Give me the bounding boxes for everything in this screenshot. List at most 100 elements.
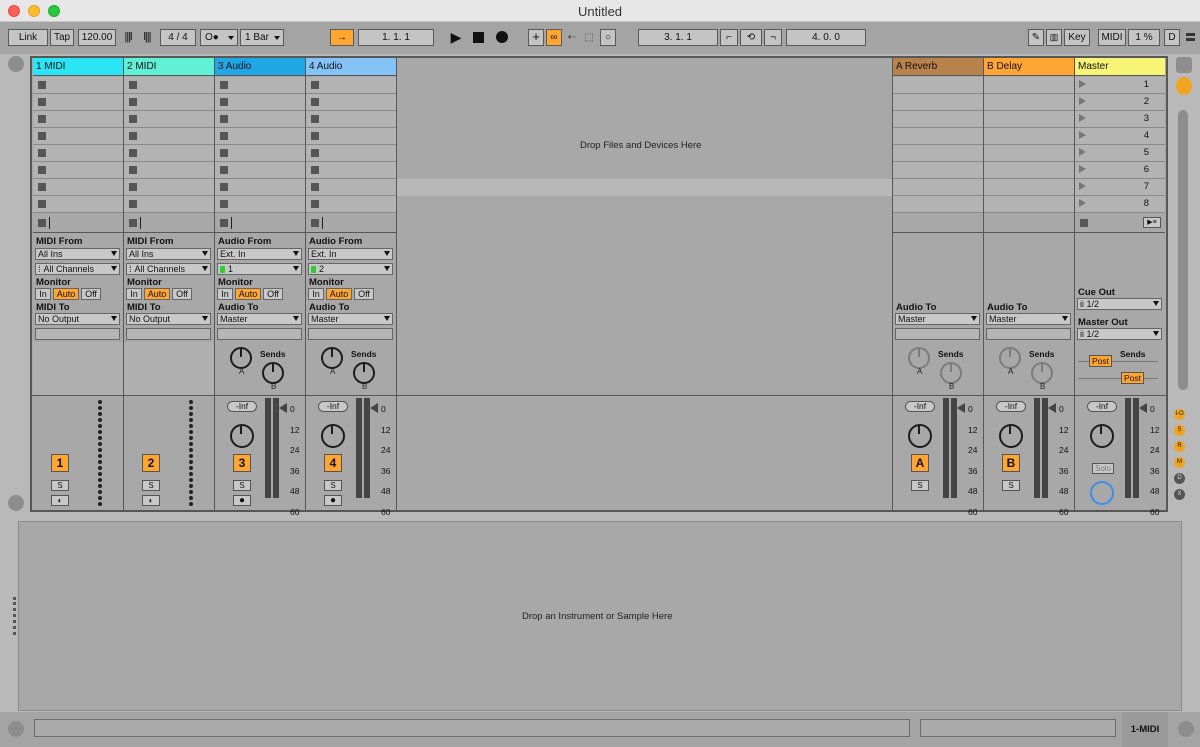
- monitor-auto-button[interactable]: Auto: [235, 288, 261, 300]
- arm-button[interactable]: ●: [233, 495, 251, 506]
- punch-out-icon[interactable]: ¬: [764, 29, 782, 46]
- sends-toggle-icon[interactable]: S: [1174, 425, 1185, 436]
- pan-knob[interactable]: [1090, 424, 1114, 448]
- clip-stop-icon[interactable]: [311, 183, 319, 191]
- clip-slot[interactable]: [215, 179, 305, 196]
- scene-launch-icon[interactable]: [1079, 80, 1086, 88]
- master-track-header[interactable]: Master: [1075, 58, 1165, 76]
- send-a-knob[interactable]: [908, 347, 930, 369]
- clip-slot[interactable]: [33, 196, 123, 213]
- solo-button[interactable]: S: [324, 480, 342, 491]
- output-dest-dropdown[interactable]: No Output: [126, 313, 211, 325]
- clip-stop-icon[interactable]: [129, 132, 137, 140]
- track-header[interactable]: 1 MIDI: [33, 58, 123, 76]
- scene-slot[interactable]: 3: [1075, 111, 1165, 128]
- nudge-up-icon[interactable]: l|||: [138, 29, 156, 46]
- send-b-knob[interactable]: [353, 362, 375, 384]
- scene-slot[interactable]: 1: [1075, 77, 1165, 94]
- solo-button[interactable]: S: [142, 480, 160, 491]
- track-activator-button[interactable]: 1: [51, 454, 69, 472]
- input-source-dropdown[interactable]: Ext. In: [308, 248, 393, 260]
- scene-view-options-icon[interactable]: ▶≡: [1143, 217, 1161, 228]
- clip-stop-icon[interactable]: [38, 115, 46, 123]
- input-source-dropdown[interactable]: All Ins: [126, 248, 211, 260]
- clip-slot[interactable]: [306, 77, 396, 94]
- crossfader-toggle-icon[interactable]: D: [1174, 473, 1185, 484]
- clip-slot[interactable]: [215, 196, 305, 213]
- tempo-field[interactable]: 120.00: [78, 29, 116, 46]
- output-sub-dropdown[interactable]: [126, 328, 211, 340]
- solo-button[interactable]: S: [1002, 480, 1020, 491]
- play-icon[interactable]: ▶: [448, 29, 464, 46]
- automation-arm-icon[interactable]: ∞: [546, 29, 562, 46]
- send-b-knob[interactable]: [262, 362, 284, 384]
- cue-volume-knob[interactable]: [1090, 481, 1114, 505]
- scene-launch-icon[interactable]: [1079, 148, 1086, 156]
- solo-button[interactable]: S: [233, 480, 251, 491]
- clip-stop-icon[interactable]: [220, 81, 228, 89]
- clip-slot[interactable]: [215, 128, 305, 145]
- clip-stop-icon[interactable]: [38, 183, 46, 191]
- returns-toggle-icon[interactable]: R: [1174, 441, 1185, 452]
- clip-stop-icon[interactable]: [220, 115, 228, 123]
- clip-stop-icon[interactable]: [220, 132, 228, 140]
- clip-slot[interactable]: [33, 128, 123, 145]
- post-button-a[interactable]: Post: [1089, 355, 1113, 367]
- volume-fader-icon[interactable]: [1139, 403, 1147, 413]
- track-header[interactable]: 2 MIDI: [124, 58, 214, 76]
- detail-view-toggle-icon[interactable]: [1178, 721, 1194, 737]
- volume-field[interactable]: -Inf: [227, 401, 257, 412]
- volume-fader-icon[interactable]: [957, 403, 965, 413]
- track-header[interactable]: 3 Audio: [215, 58, 305, 76]
- scene-slot[interactable]: 5: [1075, 145, 1165, 162]
- output-dest-dropdown[interactable]: Master: [217, 313, 302, 325]
- monitor-auto-button[interactable]: Auto: [326, 288, 352, 300]
- punch-in-icon[interactable]: ⌐: [720, 29, 738, 46]
- monitor-off-button[interactable]: Off: [81, 288, 101, 300]
- clip-slot[interactable]: [306, 162, 396, 179]
- io-toggle-icon[interactable]: I-O: [1174, 409, 1185, 420]
- input-channel-dropdown[interactable]: ⁞ All Channels: [35, 263, 120, 275]
- overdub-icon[interactable]: +: [528, 29, 544, 46]
- clip-slot[interactable]: [124, 111, 214, 128]
- record-mode-menu[interactable]: O●: [200, 29, 238, 46]
- clip-slot[interactable]: [306, 196, 396, 213]
- clip-slot[interactable]: [215, 162, 305, 179]
- track-activator-button[interactable]: 4: [324, 454, 342, 472]
- stop-all-clips-icon[interactable]: [1080, 219, 1088, 227]
- clip-slot[interactable]: [33, 179, 123, 196]
- monitor-off-button[interactable]: Off: [263, 288, 283, 300]
- stop-button-icon[interactable]: [311, 219, 319, 227]
- monitor-in-button[interactable]: In: [308, 288, 324, 300]
- clip-slot[interactable]: [33, 111, 123, 128]
- solo-button[interactable]: S: [51, 480, 69, 491]
- volume-field[interactable]: -Inf: [905, 401, 935, 412]
- clip-stop-icon[interactable]: [129, 98, 137, 106]
- clip-stop-icon[interactable]: [220, 149, 228, 157]
- delay-toggle-icon[interactable]: X: [1174, 489, 1185, 500]
- volume-fader-icon[interactable]: [370, 403, 378, 413]
- send-a-knob[interactable]: [321, 347, 343, 369]
- post-button-b[interactable]: Post: [1121, 372, 1145, 384]
- clip-stop-icon[interactable]: [311, 81, 319, 89]
- scene-slot[interactable]: 2: [1075, 94, 1165, 111]
- volume-fader-icon[interactable]: [279, 403, 287, 413]
- input-source-dropdown[interactable]: Ext. In: [217, 248, 302, 260]
- draw-mode-icon[interactable]: ✎: [1028, 29, 1044, 46]
- info-view-toggle-icon[interactable]: [8, 721, 24, 737]
- output-sub-dropdown[interactable]: [986, 328, 1071, 340]
- output-dest-dropdown[interactable]: No Output: [35, 313, 120, 325]
- monitor-off-button[interactable]: Off: [172, 288, 192, 300]
- solo-button[interactable]: Solo: [1092, 463, 1114, 474]
- pan-knob[interactable]: [908, 424, 932, 448]
- clip-stop-icon[interactable]: [129, 200, 137, 208]
- send-a-knob[interactable]: [999, 347, 1021, 369]
- clip-stop-icon[interactable]: [129, 115, 137, 123]
- clip-slot[interactable]: [215, 77, 305, 94]
- clip-slot[interactable]: [33, 77, 123, 94]
- clip-stop-icon[interactable]: [38, 98, 46, 106]
- arm-button[interactable]: ●: [324, 495, 342, 506]
- clip-stop-icon[interactable]: [220, 200, 228, 208]
- clip-stop-icon[interactable]: [38, 149, 46, 157]
- scene-slot[interactable]: 6: [1075, 162, 1165, 179]
